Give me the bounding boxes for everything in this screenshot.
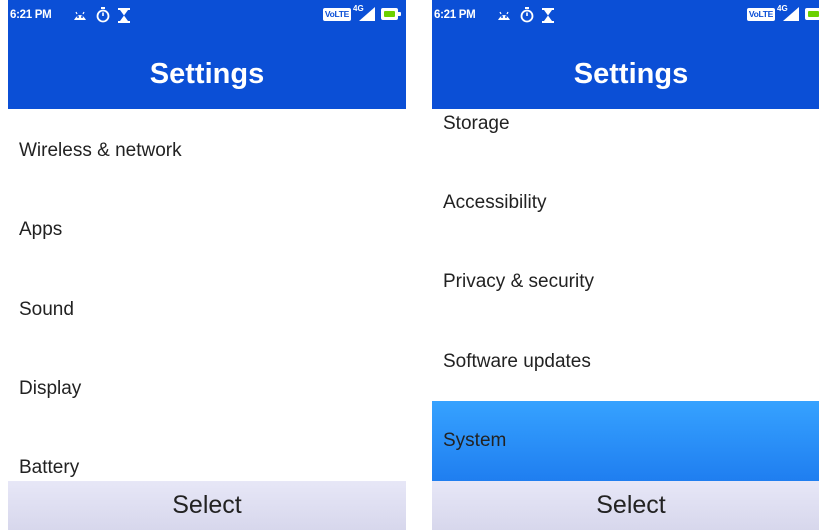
select-softkey[interactable]: Select (8, 481, 406, 530)
battery-icon (805, 8, 819, 20)
page-title: Settings (149, 58, 265, 90)
settings-screen-left: 6:21 PM VoLTE 4G Settings Wireless & net… (8, 0, 406, 530)
signal-4g-icon: 4G (777, 4, 801, 21)
list-item-sound[interactable]: Sound (8, 268, 406, 348)
status-time: 6:21 PM (434, 9, 476, 21)
list-item-display[interactable]: Display (8, 347, 406, 427)
android-debug-icon (498, 11, 510, 20)
status-bar: 6:21 PM VoLTE 4G (8, 0, 406, 30)
list-item-apps[interactable]: Apps (8, 189, 406, 269)
battery-icon (381, 8, 401, 20)
list-item-label: Storage (443, 113, 510, 134)
list-item-label: Display (19, 378, 82, 399)
list-item-label: Privacy & security (443, 271, 594, 292)
hourglass-icon (542, 7, 554, 23)
hourglass-icon (118, 7, 130, 23)
status-time: 6:21 PM (10, 9, 52, 21)
list-item-privacy-security[interactable]: Privacy & security (432, 243, 819, 323)
list-item-storage[interactable]: Storage (432, 63, 819, 143)
signal-4g-icon: 4G (353, 4, 377, 21)
volte-badge: VoLTE (322, 7, 351, 21)
list-item-accessibility[interactable]: Accessibility (432, 163, 819, 243)
select-softkey[interactable]: Select (432, 481, 819, 530)
stopwatch-icon (96, 7, 110, 23)
list-item-label: Software updates (443, 351, 591, 372)
list-item-label: Sound (19, 299, 74, 320)
settings-screen-right: 6:21 PM VoLTE 4G Settings Storage Access… (432, 0, 819, 530)
stopwatch-icon (520, 7, 534, 23)
status-bar: 6:21 PM VoLTE 4G (432, 0, 819, 30)
list-item-label: Apps (19, 219, 63, 240)
list-item-wireless-network[interactable]: Wireless & network (8, 109, 406, 189)
list-item-label: Accessibility (443, 192, 547, 213)
list-item-label: Wireless & network (19, 140, 182, 161)
list-item-system[interactable]: System (432, 401, 819, 481)
volte-badge: VoLTE (746, 7, 775, 21)
android-debug-icon (74, 11, 86, 20)
list-item-label: Battery (19, 457, 80, 478)
list-item-label: System (443, 430, 507, 451)
header-bar: 6:21 PM VoLTE 4G Settings (8, 0, 406, 109)
list-item-software-updates[interactable]: Software updates (432, 322, 819, 402)
